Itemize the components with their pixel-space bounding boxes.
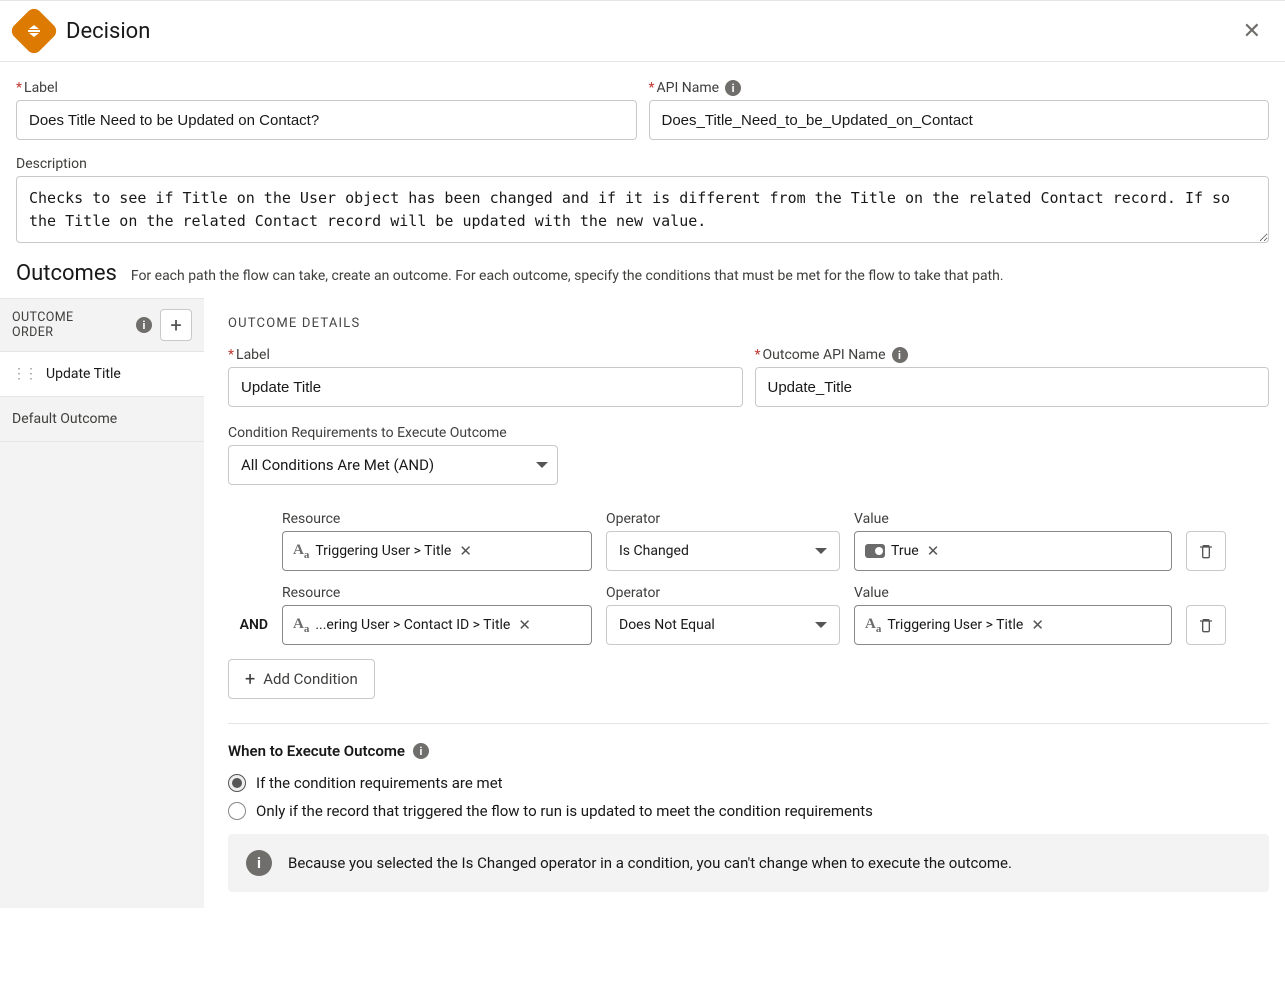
condition-row: AND Resource Aa ...ering User > Contact … [228, 585, 1269, 645]
chevron-down-icon [536, 462, 548, 468]
default-outcome-item[interactable]: Default Outcome [0, 397, 204, 442]
outcomes-hint: For each path the flow can take, create … [131, 268, 1004, 284]
radio-icon [228, 774, 246, 792]
condition-req-label: Condition Requirements to Execute Outcom… [228, 425, 1269, 441]
divider [228, 723, 1269, 724]
operator-column-label: Operator [606, 511, 840, 527]
and-prefix: AND [228, 617, 268, 645]
description-label: Description [16, 156, 1269, 172]
description-input[interactable] [16, 176, 1269, 243]
outcome-item-update-title[interactable]: ⋮⋮ Update Title [0, 351, 204, 397]
outcome-api-input[interactable] [755, 367, 1270, 407]
label-field-label: *Label [16, 80, 637, 96]
plus-icon: + [245, 669, 255, 690]
close-icon[interactable]: ✕ [1235, 15, 1269, 48]
api-name-input[interactable] [649, 100, 1270, 140]
info-icon[interactable]: i [136, 317, 152, 333]
api-name-label: *API Name i [649, 80, 1270, 96]
delete-condition-button[interactable] [1186, 605, 1226, 645]
value-input[interactable]: Aa Triggering User > Title ✕ [854, 605, 1172, 645]
info-banner: i Because you selected the Is Changed op… [228, 834, 1269, 892]
when-execute-heading: When to Execute Outcome i [228, 742, 1269, 760]
outcome-label-input[interactable] [228, 367, 743, 407]
text-type-icon: Aa [293, 542, 309, 561]
info-icon[interactable]: i [725, 80, 741, 96]
operator-column-label: Operator [606, 585, 840, 601]
outcome-label-label: *Label [228, 347, 743, 363]
operator-select[interactable]: Is Changed [606, 531, 840, 571]
decision-icon [9, 6, 60, 57]
modal-header: Decision ✕ [0, 1, 1285, 62]
decision-modal: Decision ✕ *Label *API Name i Descriptio… [0, 0, 1285, 908]
add-outcome-button[interactable]: + [160, 309, 192, 341]
resource-input[interactable]: Aa ...ering User > Contact ID > Title ✕ [282, 605, 592, 645]
clear-icon[interactable]: ✕ [1029, 616, 1046, 634]
outcome-order-panel: OUTCOMEORDER i + ⋮⋮ Update Title Default… [0, 298, 204, 908]
delete-condition-button[interactable] [1186, 531, 1226, 571]
outcome-order-title: OUTCOMEORDER [12, 310, 74, 340]
clear-icon[interactable]: ✕ [516, 616, 533, 634]
execute-option-only-if-updated[interactable]: Only if the record that triggered the fl… [228, 802, 1269, 820]
outcome-details-heading: OUTCOME DETAILS [228, 316, 1269, 331]
chevron-down-icon [815, 548, 827, 554]
condition-req-select[interactable]: All Conditions Are Met (AND) [228, 445, 558, 485]
resource-column-label: Resource [282, 511, 592, 527]
outcomes-section-header: Outcomes For each path the flow can take… [0, 247, 1285, 298]
operator-select[interactable]: Does Not Equal [606, 605, 840, 645]
add-condition-button[interactable]: + Add Condition [228, 659, 375, 699]
resource-column-label: Resource [282, 585, 592, 601]
radio-icon [228, 802, 246, 820]
outcome-details-panel: OUTCOME DETAILS *Label *Outcome API Name… [204, 298, 1285, 908]
value-column-label: Value [854, 585, 1172, 601]
value-input[interactable]: True ✕ [854, 531, 1172, 571]
outcome-item-label: Update Title [46, 366, 121, 382]
boolean-type-icon [865, 544, 885, 558]
info-icon[interactable]: i [413, 743, 429, 759]
text-type-icon: Aa [865, 616, 881, 635]
execute-option-if-met[interactable]: If the condition requirements are met [228, 774, 1269, 792]
value-column-label: Value [854, 511, 1172, 527]
resource-input[interactable]: Aa Triggering User > Title ✕ [282, 531, 592, 571]
drag-handle-icon[interactable]: ⋮⋮ [12, 371, 36, 378]
info-icon: i [246, 850, 272, 876]
modal-title: Decision [66, 19, 1235, 44]
form-body: *Label *API Name i Description [0, 62, 1285, 243]
condition-row: Resource Aa Triggering User > Title ✕ Op… [228, 511, 1269, 571]
clear-icon[interactable]: ✕ [457, 542, 474, 560]
info-icon[interactable]: i [892, 347, 908, 363]
outcome-api-label: *Outcome API Name i [755, 347, 1270, 363]
clear-icon[interactable]: ✕ [925, 542, 942, 560]
label-input[interactable] [16, 100, 637, 140]
outcomes-title: Outcomes [16, 261, 117, 286]
text-type-icon: Aa [293, 616, 309, 635]
chevron-down-icon [815, 622, 827, 628]
